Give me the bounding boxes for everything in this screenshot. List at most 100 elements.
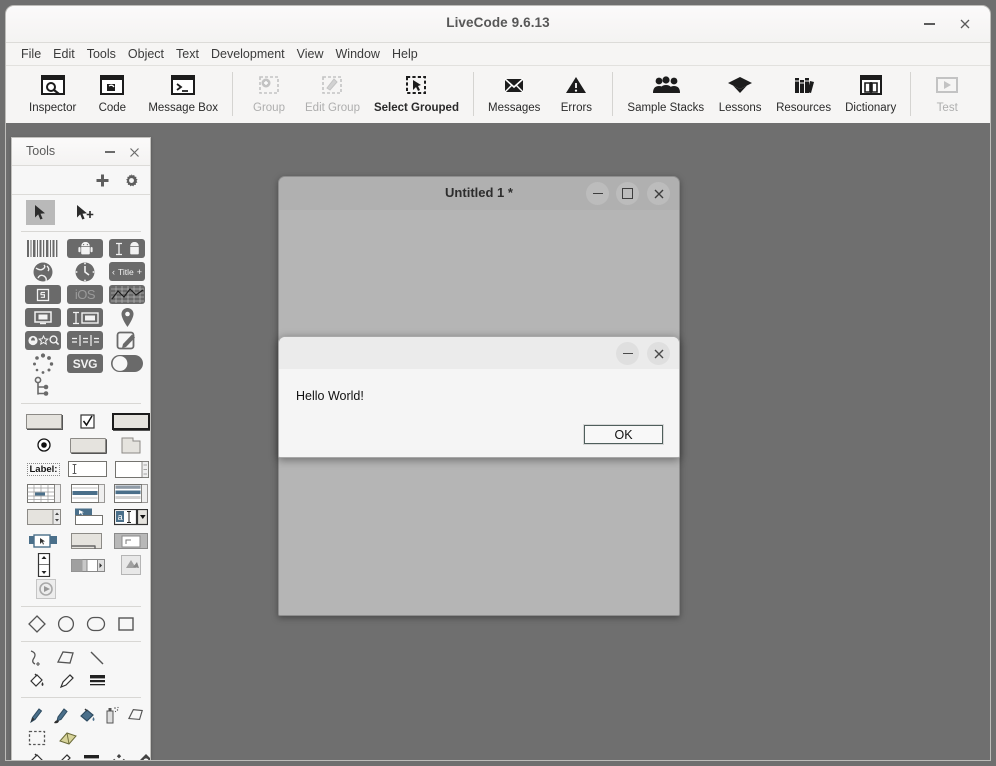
progress-bar-tool[interactable] [69,554,107,576]
menu-window[interactable]: Window [330,45,386,63]
dialog-close-button[interactable] [647,342,670,365]
menu-view[interactable]: View [291,45,330,63]
add-icon[interactable] [95,173,110,188]
vertical-scrollbar-tool[interactable] [25,554,63,576]
paint-polygon-tool[interactable] [128,707,144,723]
text-field-tool[interactable] [68,458,107,480]
checkbox-tool[interactable] [69,410,107,432]
clock-widget[interactable] [67,261,103,282]
graphic-frame-tool[interactable] [112,530,150,552]
curve-tool[interactable] [28,650,43,666]
segmented-control-widget[interactable] [67,330,103,351]
tools-palette-close-button[interactable] [126,144,142,160]
polygon-shape-tool[interactable] [28,615,46,633]
toolbar-test[interactable]: Test [918,72,976,114]
toolbar-group[interactable]: Group [240,72,298,114]
menu-object[interactable]: Object [122,45,170,63]
map-pin-widget[interactable] [109,307,145,328]
player-tool[interactable] [25,578,67,600]
browser-widget[interactable] [25,261,61,282]
line-width-tool[interactable] [89,673,106,688]
label-field-tool[interactable]: Label: [25,458,62,480]
toolbar-code[interactable]: Code [83,72,141,114]
dialog-minimize-button[interactable] [616,342,639,365]
pencil-tool[interactable] [28,706,44,724]
spray-can-tool[interactable] [104,706,120,724]
pattern-tool[interactable] [111,753,127,761]
menu-edit[interactable]: Edit [47,45,81,63]
navbar-widget[interactable]: ‹ Title + [109,261,145,282]
android-input-widget[interactable] [109,238,145,259]
list-field-tool[interactable] [69,482,107,504]
oval-shape-tool[interactable] [57,615,75,633]
toolbar-edit-group[interactable]: Edit Group [298,72,367,114]
scrolling-field-tool[interactable] [113,458,150,480]
stack-maximize-button[interactable] [616,182,639,205]
select-rectangle-tool[interactable] [28,730,46,746]
paint-line-width-tool[interactable] [83,753,100,760]
barcode-widget[interactable] [25,238,61,259]
tree-view-widget[interactable] [25,376,61,397]
edit-pointer-tool[interactable] [71,200,100,225]
settings-gear-icon[interactable] [124,173,139,188]
menu-file[interactable]: File [15,45,47,63]
pointer-tool[interactable] [26,200,55,225]
image-tool[interactable] [112,554,150,576]
spinner-widget[interactable] [25,353,61,374]
window-minimize-button[interactable] [918,14,940,34]
toolbar-resources[interactable]: Resources [769,72,838,114]
toolbar-message-box[interactable]: Message Box [141,72,225,114]
menu-development[interactable]: Development [205,45,291,63]
toolbar-dictionary[interactable]: Dictionary [838,72,903,114]
sketch-widget[interactable] [109,330,145,351]
menu-help[interactable]: Help [386,45,424,63]
menu-tools[interactable]: Tools [81,45,122,63]
table-tool[interactable] [25,482,63,504]
radio-button-tool[interactable] [25,434,63,456]
svg-icon-widget[interactable]: SVG [67,353,103,374]
toolbar-inspector[interactable]: Inspector [22,72,83,114]
toolbar-errors[interactable]: Errors [547,72,605,114]
toolbar-messages[interactable]: Messages [481,72,547,114]
html5-widget[interactable] [25,284,61,305]
paint-fill-color-tool[interactable] [28,752,45,760]
toolbar-lessons[interactable]: Lessons [711,72,769,114]
freehand-polygon-tool[interactable] [57,650,75,666]
toolbar-select-grouped[interactable]: Select Grouped [367,72,466,114]
toolbar-sample-stacks[interactable]: Sample Stacks [620,72,711,114]
menu-text[interactable]: Text [170,45,205,63]
switch-widget[interactable] [109,353,145,374]
android-button-widget[interactable] [67,238,103,259]
line-color-tool[interactable] [59,673,75,689]
window-close-button[interactable] [954,14,976,34]
line-tool[interactable] [89,650,105,666]
vector-row-2 [12,669,150,692]
header-bar-widget[interactable] [25,330,61,351]
combo-box-tool[interactable]: a [112,506,150,528]
desktop-button-widget[interactable] [25,307,61,328]
chart-widget[interactable] [109,284,145,305]
eraser-tool[interactable] [58,730,78,746]
group-tool[interactable] [69,530,107,552]
data-grid-tool[interactable] [112,482,150,504]
paint-line-color-tool[interactable] [56,753,72,761]
desktop-input-widget[interactable] [67,307,103,328]
gradient-tool[interactable] [138,753,150,761]
bucket-fill-tool[interactable] [78,706,96,724]
tools-palette-minimize-button[interactable] [102,144,118,160]
push-button-tool[interactable] [25,410,63,432]
stack-minimize-button[interactable] [586,182,609,205]
rounded-rect-shape-tool[interactable] [86,615,106,633]
fill-color-tool[interactable] [28,672,45,689]
ios-widget[interactable]: iOS [67,284,103,305]
scrollbar-tool[interactable] [25,530,63,552]
default-button-tool[interactable] [112,410,150,432]
tooltip-tool[interactable] [69,506,107,528]
brush-tool[interactable] [52,706,70,724]
dialog-ok-button[interactable]: OK [584,425,663,444]
rounded-button-tool[interactable] [69,434,107,456]
rectangle-shape-tool[interactable] [117,615,135,633]
spinner-field-tool[interactable] [25,506,63,528]
tab-panel-tool[interactable] [112,434,150,456]
stack-close-button[interactable] [647,182,670,205]
